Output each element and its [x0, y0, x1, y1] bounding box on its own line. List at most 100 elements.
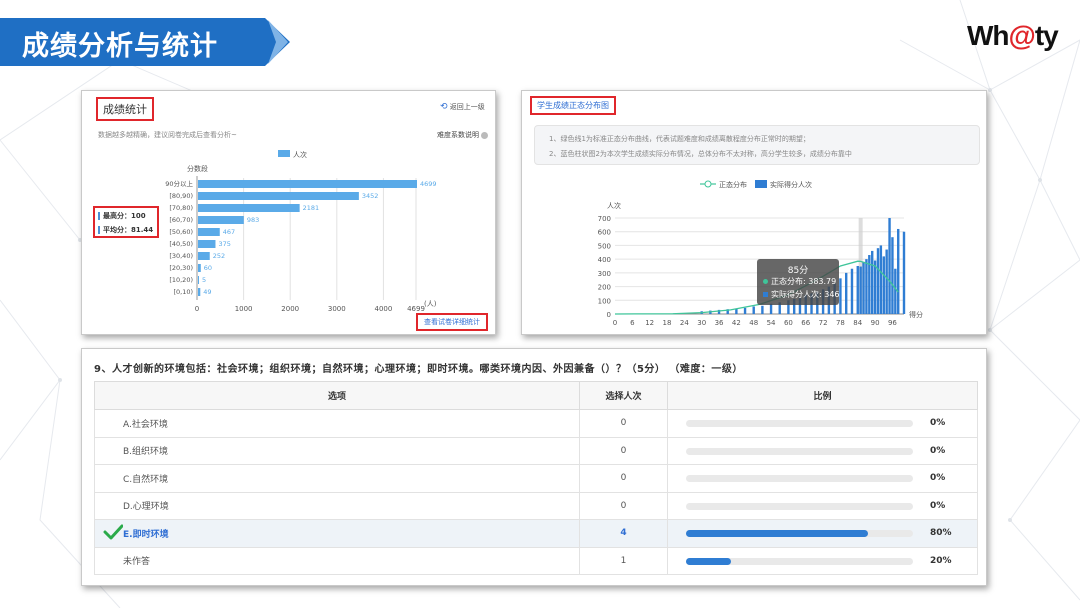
score-band-bar [198, 204, 300, 212]
view-detail-button[interactable]: 查看试卷详细统计 [416, 313, 488, 331]
normal-dot-icon [763, 279, 768, 284]
histogram-bar [879, 245, 883, 314]
histogram-bar [845, 272, 848, 314]
histogram-bar [743, 307, 747, 314]
table-row: 未作答 1 20% [94, 547, 978, 575]
x-tick-label: 36 [715, 319, 724, 327]
max-score: 最高分：100 [98, 212, 146, 220]
avg-score: 平均分：81.44 [97, 226, 154, 234]
category-label: [10,20) [169, 276, 193, 284]
histogram-bar [856, 266, 859, 314]
score-band-bar [198, 216, 244, 224]
score-band-bar [198, 180, 417, 188]
option-label: B.组织环境 [123, 447, 169, 458]
option-label: A.社会环境 [123, 419, 168, 430]
score-summary-box: 最高分：100 平均分：81.44 [93, 206, 159, 238]
histogram-bar [871, 250, 874, 314]
x-tick-label: 3000 [328, 305, 346, 313]
ratio-cell: 80% [667, 519, 978, 548]
ratio-percent: 80% [930, 528, 952, 538]
table-row: B.组织环境 0 0% [94, 437, 978, 465]
x-tick-label: 24 [680, 319, 689, 327]
header-ratio: 比例 [667, 381, 978, 410]
legend-normal-label: 正态分布 [719, 180, 747, 189]
bar-value-label: 983 [247, 216, 259, 224]
option-cell: E.即时环境 [94, 519, 580, 548]
legend-actual-swatch [755, 180, 767, 188]
ratio-bar [686, 420, 913, 427]
option-cell: B.组织环境 [94, 437, 580, 465]
table-row: C.自然环境 0 0% [94, 464, 978, 493]
table-row: A.社会环境 0 0% [94, 409, 978, 438]
category-label: [30,40) [169, 252, 193, 260]
histogram-bar [850, 268, 854, 314]
question-panel: 9、人才创新的环境包括：社会环境；组织环境；自然环境；心理环境；即时环境。哪类环… [81, 348, 987, 586]
ratio-bar [686, 502, 913, 510]
score-stats-panel: 成绩统计 ⟲ 返回上一级 数据越多越精确，建议阅卷完成后查看分析~ 难度系数说明… [81, 90, 496, 335]
category-label: [80,90) [169, 192, 193, 200]
header-option: 选项 [94, 381, 580, 410]
x-tick-label: 72 [819, 319, 828, 327]
y-axis-title: 分数段 [187, 164, 208, 173]
x-tick-label: 6 [630, 319, 635, 327]
histogram-bar [885, 249, 888, 314]
ratio-bar [686, 557, 913, 565]
question-title: 9、人才创新的环境包括：社会环境；组织环境；自然环境；心理环境；即时环境。哪类环… [94, 364, 743, 375]
x-tick-label: 2000 [281, 305, 299, 313]
x-tick-label: 90 [871, 319, 880, 327]
option-label: D.心理环境 [123, 502, 169, 513]
score-band-bar [198, 252, 210, 260]
bar-value-label: 375 [218, 240, 230, 248]
y-tick-label: 600 [598, 229, 611, 237]
x-tick-label: 48 [749, 319, 758, 327]
category-label: [50,60) [169, 228, 193, 236]
count-cell: 1 [579, 547, 668, 575]
legend-label: 人次 [293, 150, 307, 159]
legend-normal-marker [704, 180, 712, 188]
check-icon [103, 524, 123, 540]
ratio-percent: 0% [930, 473, 946, 483]
histogram-bar [882, 256, 885, 314]
y-tick-label: 200 [598, 284, 611, 292]
x-tick-label: 42 [732, 319, 741, 327]
x-tick-label: 96 [888, 319, 897, 327]
y-tick-label: 0 [607, 311, 611, 319]
option-label: C.自然环境 [123, 474, 169, 485]
x-tick-label: 12 [645, 319, 654, 327]
bar-value-label: 252 [213, 252, 225, 260]
distribution-panel: 学生成绩正态分布图 1、绿色线1为标准正态分布曲线，代表试题难度和成绩离散程度分… [521, 90, 987, 335]
score-band-bar [198, 264, 201, 272]
x-tick-label: 18 [663, 319, 672, 327]
y-tick-label: 700 [598, 215, 611, 223]
count-cell: 0 [579, 437, 668, 465]
score-band-bar [198, 288, 201, 296]
option-cell: D.心理环境 [94, 492, 580, 520]
count-cell: 0 [579, 492, 668, 520]
score-band-bar [198, 228, 220, 236]
histogram-bar [894, 268, 897, 314]
histogram-bar [897, 228, 900, 314]
x-tick-label: 30 [697, 319, 706, 327]
chart-tooltip: 85分 正态分布: 383.79 实际得分人次: 346 [757, 259, 840, 305]
histogram-bar [873, 260, 877, 314]
bar-value-label: 3452 [362, 192, 379, 200]
ratio-percent: 20% [930, 555, 952, 566]
score-band-bar [198, 276, 199, 284]
ratio-bar [686, 530, 913, 537]
ratio-percent: 0% [930, 500, 946, 511]
normal-distribution-chart: 正态分布 实际得分人次人次得分 0 100 200 300 400 500 600 700 0 6 12… [598, 180, 923, 327]
option-cell: C.自然环境 [94, 464, 580, 493]
histogram-bar [891, 237, 894, 314]
ratio-percent: 0% [930, 418, 946, 428]
histogram-bar [769, 303, 773, 314]
y-tick-label: 500 [598, 242, 611, 250]
ratio-cell: 0% [667, 437, 978, 465]
category-label: [60,70) [169, 216, 193, 224]
x-tick-label: 0 [195, 305, 199, 313]
x-tick-label: 66 [801, 319, 810, 327]
category-label: [70,80) [169, 204, 193, 212]
header-count: 选择人次 [579, 381, 668, 410]
bar-value-label: 5 [202, 276, 206, 284]
x-tick-label: 84 [853, 319, 862, 327]
bar-value-label: 2181 [303, 204, 320, 212]
